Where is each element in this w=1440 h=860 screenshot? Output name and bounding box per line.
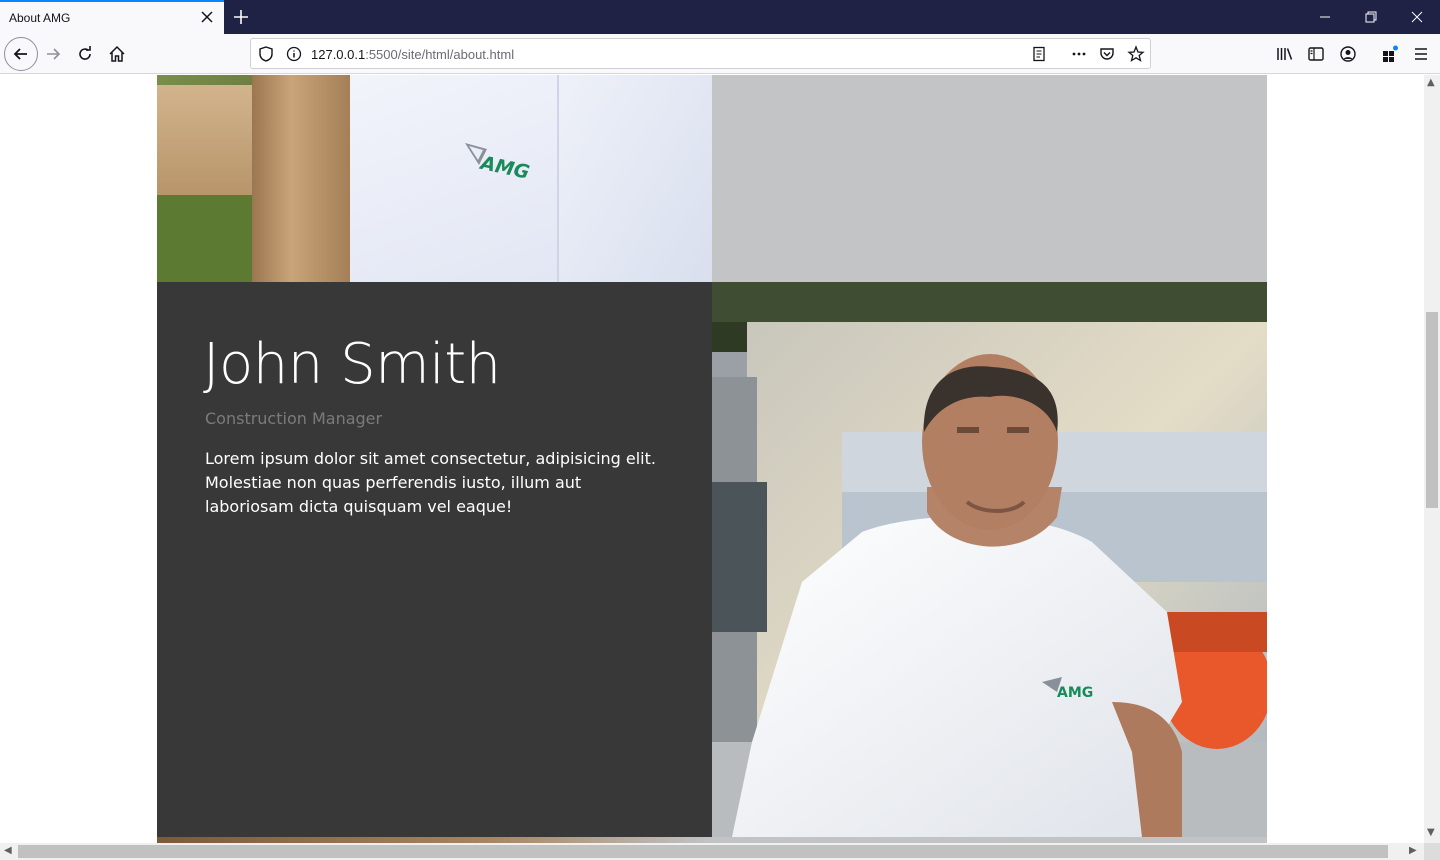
- amg-logo: AMG: [465, 143, 532, 184]
- page-viewport: AMG John Smith Construction Manager Lore…: [0, 75, 1424, 843]
- reader-view-icon[interactable]: [1030, 45, 1048, 63]
- scroll-down-icon[interactable]: ▼: [1427, 827, 1435, 838]
- info-icon[interactable]: [285, 45, 303, 63]
- photo-sleeve: [557, 75, 712, 282]
- tab-title: About AMG: [9, 11, 71, 25]
- profile-bio: Lorem ipsum dolor sit amet consectetur, …: [205, 449, 656, 516]
- team-photo-top: AMG: [157, 75, 712, 282]
- photo-background-wood: [157, 85, 252, 195]
- library-icon[interactable]: [1275, 44, 1295, 64]
- horizontal-scrollbar[interactable]: ◀ ▶: [0, 843, 1424, 860]
- tab-bar: About AMG: [0, 0, 1440, 34]
- profile-name: John Smith: [203, 332, 501, 397]
- home-icon: [109, 45, 125, 62]
- horizontal-scroll-thumb[interactable]: [18, 845, 1388, 858]
- restore-icon[interactable]: [1361, 7, 1381, 27]
- forward-button[interactable]: [38, 39, 68, 69]
- close-icon[interactable]: [199, 9, 215, 25]
- vertical-scrollbar[interactable]: ▲ ▼: [1424, 75, 1440, 843]
- star-icon[interactable]: [1127, 45, 1145, 63]
- reload-icon: [79, 46, 91, 60]
- placeholder-grey-block: [712, 75, 1267, 282]
- url-text[interactable]: 127.0.0.1:5500/site/html/about.html: [311, 47, 514, 62]
- scroll-right-icon[interactable]: ▶: [1409, 845, 1417, 856]
- scrollbar-corner: [1424, 843, 1440, 860]
- reload-button[interactable]: [70, 39, 100, 69]
- window-close-icon[interactable]: [1407, 7, 1427, 27]
- hamburger-menu-icon[interactable]: [1411, 44, 1431, 64]
- url-path: :5500/site/html/about.html: [365, 47, 515, 62]
- vertical-scroll-thumb[interactable]: [1426, 312, 1438, 508]
- shield-icon[interactable]: [257, 45, 275, 63]
- pocket-icon[interactable]: [1098, 45, 1116, 63]
- back-button[interactable]: [4, 37, 38, 71]
- more-icon[interactable]: [1070, 45, 1088, 63]
- photo-background-grass: [157, 195, 252, 282]
- address-bar[interactable]: 127.0.0.1:5500/site/html/about.html: [250, 38, 1151, 69]
- profile-photo: AMG: [712, 282, 1267, 837]
- photo-wooden-post: [252, 75, 350, 282]
- new-tab-icon[interactable]: [231, 7, 251, 27]
- account-icon[interactable]: [1338, 44, 1358, 64]
- sidebar-icon[interactable]: [1306, 44, 1326, 64]
- home-button[interactable]: [102, 39, 132, 69]
- profile-card: John Smith Construction Manager Lorem ip…: [157, 282, 712, 843]
- extensions-icon[interactable]: [1380, 44, 1400, 64]
- amg-logo-text: AMG: [477, 152, 532, 184]
- minimize-icon[interactable]: [1315, 7, 1335, 27]
- arrow-left-icon: [13, 48, 27, 60]
- browser-tab[interactable]: About AMG: [0, 0, 224, 34]
- arrow-right-icon: [47, 48, 61, 60]
- scroll-up-icon[interactable]: ▲: [1427, 77, 1435, 88]
- navigation-bar: 127.0.0.1:5500/site/html/about.html: [0, 34, 1440, 74]
- profile-role: Construction Manager: [205, 409, 383, 428]
- shirt-logo-text: AMG: [1057, 685, 1093, 701]
- portrait-image: AMG: [712, 282, 1267, 837]
- url-host: 127.0.0.1: [311, 47, 366, 62]
- scroll-left-icon[interactable]: ◀: [4, 845, 12, 856]
